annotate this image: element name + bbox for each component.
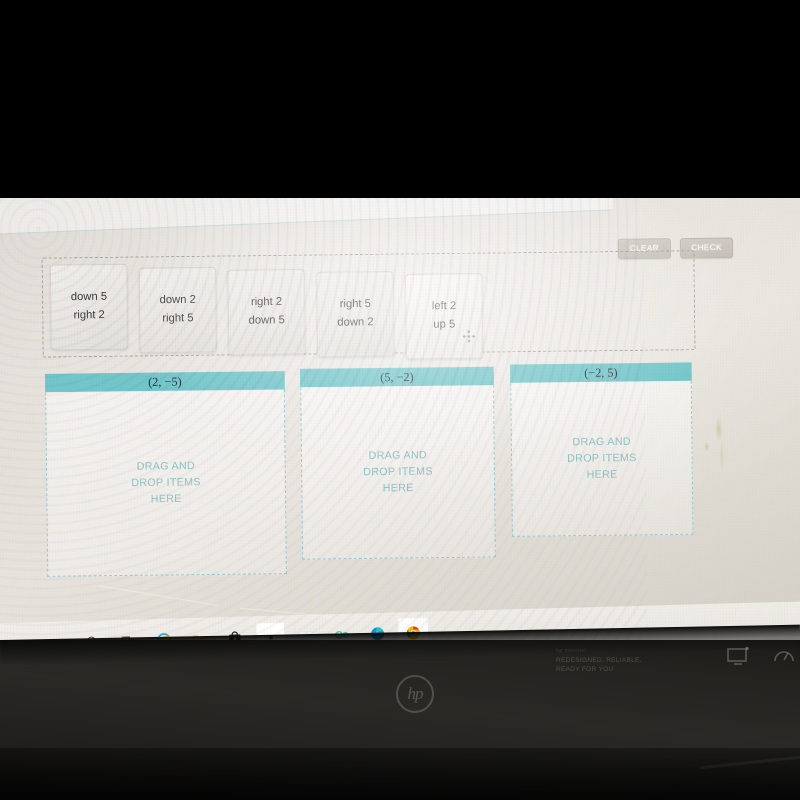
stand-shadow [0,748,800,800]
monitor-sticker: hp monitor REDESIGNED. RELIABLE. READY F… [556,648,666,675]
placeholder-line: HERE [382,482,414,495]
dropzone-body[interactable]: DRAG AND DROP ITEMS HERE [300,385,496,560]
placeholder-line: DRAG AND [136,459,196,473]
tile-line-1: down 5 [70,290,108,304]
screen-smudge [696,409,738,487]
placeholder-line: DRAG AND [368,448,428,462]
tile-row: down 5 right 2 down 2 right 5 right 2 do… [49,260,484,360]
sticker-brand: hp monitor [556,648,586,654]
placeholder-line: HERE [586,468,618,482]
display-menu-icon[interactable] [726,646,750,668]
sticker-line-2: READY FOR YOU [556,666,614,674]
draggable-tile[interactable]: down 2 right 5 [138,266,218,354]
draggable-tile[interactable]: right 2 down 5 [227,268,306,356]
tile-line-2: right 5 [162,311,194,325]
monitor-bezel: hp hp monitor REDESIGNED. RELIABLE. READ… [0,624,800,800]
tile-line-2: up 5 [433,318,456,331]
draggable-tile[interactable]: left 2 up 5 [404,273,484,360]
tile-line-1: right 2 [250,295,283,309]
dropzone-body[interactable]: DRAG AND DROP ITEMS HERE [45,389,287,577]
dropzone-header: (−2, 5) [510,362,692,383]
tile-line-2: down 5 [248,314,285,327]
monitor-screen: CLEAR CHECK down 5 right 2 down 2 right … [0,198,800,650]
dropzone[interactable]: (2, −5) DRAG AND DROP ITEMS HERE [44,371,287,577]
power-gauge-icon[interactable] [772,646,796,668]
letterbox-top [0,0,800,200]
placeholder-line: HERE [150,492,182,506]
dropzone-placeholder: DRAG AND DROP ITEMS HERE [131,457,201,508]
tile-line-2: down 2 [337,316,374,329]
placeholder-line: DROP ITEMS [567,451,637,465]
draggable-tile[interactable]: down 5 right 2 [49,263,129,351]
placeholder-line: DROP ITEMS [131,475,201,490]
tile-line-1: down 2 [159,293,196,307]
photograph-of-monitor: CLEAR CHECK down 5 right 2 down 2 right … [0,0,800,800]
placeholder-line: DRAG AND [572,435,631,449]
tile-line-1: left 2 [431,300,457,313]
dropzone[interactable]: (−2, 5) DRAG AND DROP ITEMS HERE [510,362,694,537]
move-icon[interactable] [462,329,476,343]
sticker-line-1: REDESIGNED. RELIABLE. [556,656,642,664]
dropzone-placeholder: DRAG AND DROP ITEMS HERE [363,447,433,498]
dropzone-header: (5, −2) [299,366,494,388]
tile-line-1: right 5 [339,297,371,311]
dropzone-body[interactable]: DRAG AND DROP ITEMS HERE [510,380,694,537]
monitor-control-icons [726,646,796,668]
tile-line-2: right 2 [73,308,105,322]
hp-logo: hp [396,675,434,713]
screen-scratch [97,585,219,606]
content-panel-edge [0,198,614,236]
tile-bank[interactable]: down 5 right 2 down 2 right 5 right 2 do… [41,250,696,360]
placeholder-line: DROP ITEMS [363,465,433,479]
draggable-tile[interactable]: right 5 down 2 [316,270,395,358]
dropzone[interactable]: (5, −2) DRAG AND DROP ITEMS HERE [299,366,496,560]
dropzone-placeholder: DRAG AND DROP ITEMS HERE [567,433,637,484]
